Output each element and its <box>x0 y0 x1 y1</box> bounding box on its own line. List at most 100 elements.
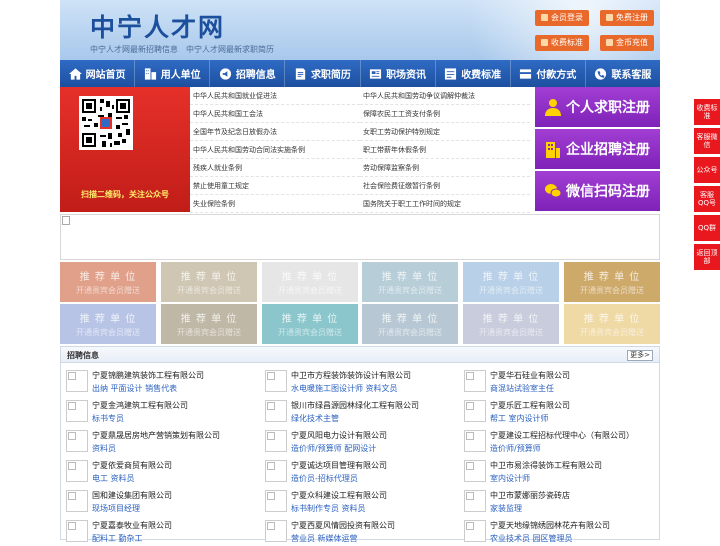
job-positions[interactable]: 农业技术员 园区管理员 <box>490 533 573 544</box>
job-positions[interactable]: 造价员-招标代理员 <box>291 473 358 484</box>
company-name[interactable]: 银川市绿昌源园林绿化工程有限公司 <box>291 400 419 411</box>
company-name[interactable]: 宁夏鼎晟居房地产营销策划有限公司 <box>92 430 220 441</box>
side-qq-button[interactable]: 客服QQ号 <box>694 186 720 212</box>
job-item[interactable]: 宁夏西夏风情园投资有限公司 营业员 新媒体运营 <box>260 516 455 546</box>
job-item[interactable]: 宁夏依爱商贸有限公司 电工 资料员 <box>61 456 256 486</box>
job-positions[interactable]: 标书制作专员 资料员 <box>291 503 366 514</box>
nav-home[interactable]: 网站首页 <box>60 60 136 87</box>
company-logo-broken-image[interactable] <box>464 460 486 482</box>
law-link[interactable]: 劳动保障监察条例 <box>360 159 530 177</box>
job-positions[interactable]: 帮工 室内设计师 <box>490 413 549 424</box>
more-jobs-link[interactable]: 更多> <box>627 350 653 361</box>
recommend-slot[interactable]: 推 荐 单 位开通贵宾会员赠送 <box>362 304 458 344</box>
job-positions[interactable]: 商混站试验室主任 <box>490 383 554 394</box>
register-button[interactable]: 免费注册 <box>600 10 654 26</box>
wechat-register-button[interactable]: 微信扫码注册 <box>535 171 660 211</box>
job-item[interactable]: 宁夏诚达项目管理有限公司 造价员-招标代理员 <box>260 456 455 486</box>
job-positions[interactable]: 造价师/预算师 <box>490 443 541 454</box>
job-item[interactable]: 宁夏金鸿建筑工程有限公司 标书专员 <box>61 396 256 426</box>
job-positions[interactable]: 资料员 <box>92 443 116 454</box>
company-logo-broken-image[interactable] <box>265 430 287 452</box>
job-positions[interactable]: 现场项目经理 <box>92 503 140 514</box>
recommend-slot[interactable]: 推 荐 单 位开通贵宾会员赠送 <box>60 262 156 302</box>
company-name[interactable]: 宁夏锦鹏建筑装饰工程有限公司 <box>92 370 204 381</box>
law-link[interactable]: 禁止使用童工规定 <box>190 177 360 195</box>
job-positions[interactable]: 标书专员 <box>92 413 124 424</box>
company-name[interactable]: 宁夏金鸿建筑工程有限公司 <box>92 400 188 411</box>
law-link[interactable]: 职工带薪年休假条例 <box>360 141 530 159</box>
company-logo-broken-image[interactable] <box>464 400 486 422</box>
company-name[interactable]: 宁夏建设工程招标代理中心（有限公司） <box>490 430 634 441</box>
company-name[interactable]: 宁夏天地缘锦绣园林花卉有限公司 <box>490 520 610 531</box>
recommend-slot[interactable]: 推 荐 单 位开通贵宾会员赠送 <box>262 304 358 344</box>
job-item[interactable]: 中卫市蒙娜丽莎瓷砖店 家装监理 <box>459 486 654 516</box>
side-wechat-button[interactable]: 客服微信 <box>694 128 720 154</box>
job-item[interactable]: 宁夏建设工程招标代理中心（有限公司） 造价师/预算师 <box>459 426 654 456</box>
company-logo-broken-image[interactable] <box>66 520 88 542</box>
law-link[interactable]: 国务院关于职工工作时间的规定 <box>360 195 530 213</box>
job-item[interactable]: 宁夏华石硅业有限公司 商混站试验室主任 <box>459 366 654 396</box>
ad-banner-broken-image[interactable] <box>60 214 660 260</box>
recommend-slot[interactable]: 推 荐 单 位开通贵宾会员赠送 <box>60 304 156 344</box>
company-logo-broken-image[interactable] <box>265 490 287 512</box>
company-logo-broken-image[interactable] <box>265 400 287 422</box>
recommend-slot[interactable]: 推 荐 单 位开通贵宾会员赠送 <box>463 304 559 344</box>
recommend-slot[interactable]: 推 荐 单 位开通贵宾会员赠送 <box>463 262 559 302</box>
company-name[interactable]: 宁夏嘉泰牧业有限公司 <box>92 520 172 531</box>
job-item[interactable]: 中卫市方程装饰装饰设计有限公司 水电暖施工图设计师 资料文员 <box>260 366 455 396</box>
company-logo-broken-image[interactable] <box>66 370 88 392</box>
company-name[interactable]: 宁夏依爱商贸有限公司 <box>92 460 172 471</box>
company-logo-broken-image[interactable] <box>464 430 486 452</box>
recommend-slot[interactable]: 推 荐 单 位开通贵宾会员赠送 <box>564 304 660 344</box>
law-link[interactable]: 失业保险条例 <box>190 195 360 213</box>
job-positions[interactable]: 造价师/预算师 配网设计 <box>291 443 376 454</box>
law-link[interactable]: 中华人民共和国就业促进法 <box>190 87 360 105</box>
job-positions[interactable]: 营业员 新媒体运营 <box>291 533 358 544</box>
recommend-slot[interactable]: 推 荐 单 位开通贵宾会员赠送 <box>161 262 257 302</box>
recommend-slot[interactable]: 推 荐 单 位开通贵宾会员赠送 <box>564 262 660 302</box>
nav-news[interactable]: 职场资讯 <box>361 60 436 87</box>
login-button[interactable]: 会员登录 <box>535 10 589 26</box>
job-item[interactable]: 中卫市易涂得装饰工程有限公司 室内设计师 <box>459 456 654 486</box>
law-link[interactable]: 社会保险费征缴暂行条例 <box>360 177 530 195</box>
recommend-slot[interactable]: 推 荐 单 位开通贵宾会员赠送 <box>161 304 257 344</box>
job-item[interactable]: 银川市绿昌源园林绿化工程有限公司 绿化技术主管 <box>260 396 455 426</box>
side-qq-group-button[interactable]: QQ群 <box>694 215 720 241</box>
company-name[interactable]: 中卫市蒙娜丽莎瓷砖店 <box>490 490 570 501</box>
job-positions[interactable]: 出纳 平面设计 销售代表 <box>92 383 177 394</box>
nav-payment[interactable]: 付款方式 <box>511 60 586 87</box>
job-item[interactable]: 宁夏嘉泰牧业有限公司 配料工 勤杂工 <box>61 516 256 546</box>
site-logo[interactable]: 中宁人才网 <box>90 8 225 44</box>
company-logo-broken-image[interactable] <box>265 520 287 542</box>
job-positions[interactable]: 配料工 勤杂工 <box>92 533 143 544</box>
company-name[interactable]: 宁夏众科建设工程有限公司 <box>291 490 387 501</box>
company-logo-broken-image[interactable] <box>265 370 287 392</box>
side-official-account-button[interactable]: 公众号 <box>694 157 720 183</box>
job-item[interactable]: 宁夏众科建设工程有限公司 标书制作专员 资料员 <box>260 486 455 516</box>
pricing-button[interactable]: 收费标准 <box>535 35 589 51</box>
company-logo-broken-image[interactable] <box>265 460 287 482</box>
company-logo-broken-image[interactable] <box>464 490 486 512</box>
job-item[interactable]: 宁夏乐匠工程有限公司 帮工 室内设计师 <box>459 396 654 426</box>
company-name[interactable]: 中卫市易涂得装饰工程有限公司 <box>490 460 602 471</box>
job-positions[interactable]: 家装监理 <box>490 503 522 514</box>
job-item[interactable]: 宁夏天地缘锦绣园林花卉有限公司 农业技术员 园区管理员 <box>459 516 654 546</box>
side-pricing-button[interactable]: 收费标准 <box>694 99 720 125</box>
back-to-top-button[interactable]: 返回顶部 <box>694 244 720 270</box>
job-item[interactable]: 宁夏鼎晟居房地产营销策划有限公司 资料员 <box>61 426 256 456</box>
law-link[interactable]: 女职工劳动保护特别规定 <box>360 123 530 141</box>
company-name[interactable]: 宁夏风阳电力设计有限公司 <box>291 430 387 441</box>
law-link[interactable]: 全国年节及纪念日放假办法 <box>190 123 360 141</box>
job-positions[interactable]: 室内设计师 <box>490 473 530 484</box>
recommend-slot[interactable]: 推 荐 单 位开通贵宾会员赠送 <box>262 262 358 302</box>
coin-recharge-button[interactable]: 金币充值 <box>600 35 654 51</box>
company-name[interactable]: 国和建设集团有限公司 <box>92 490 172 501</box>
company-logo-broken-image[interactable] <box>464 370 486 392</box>
company-name[interactable]: 中卫市方程装饰装饰设计有限公司 <box>291 370 411 381</box>
nav-pricing[interactable]: 收费标准 <box>436 60 511 87</box>
law-link[interactable]: 保障农民工工资支付条例 <box>360 105 530 123</box>
nav-contact[interactable]: 联系客服 <box>586 60 660 87</box>
nav-employers[interactable]: 用人单位 <box>135 60 211 87</box>
job-positions[interactable]: 电工 资料员 <box>92 473 135 484</box>
company-name[interactable]: 宁夏华石硅业有限公司 <box>490 370 570 381</box>
